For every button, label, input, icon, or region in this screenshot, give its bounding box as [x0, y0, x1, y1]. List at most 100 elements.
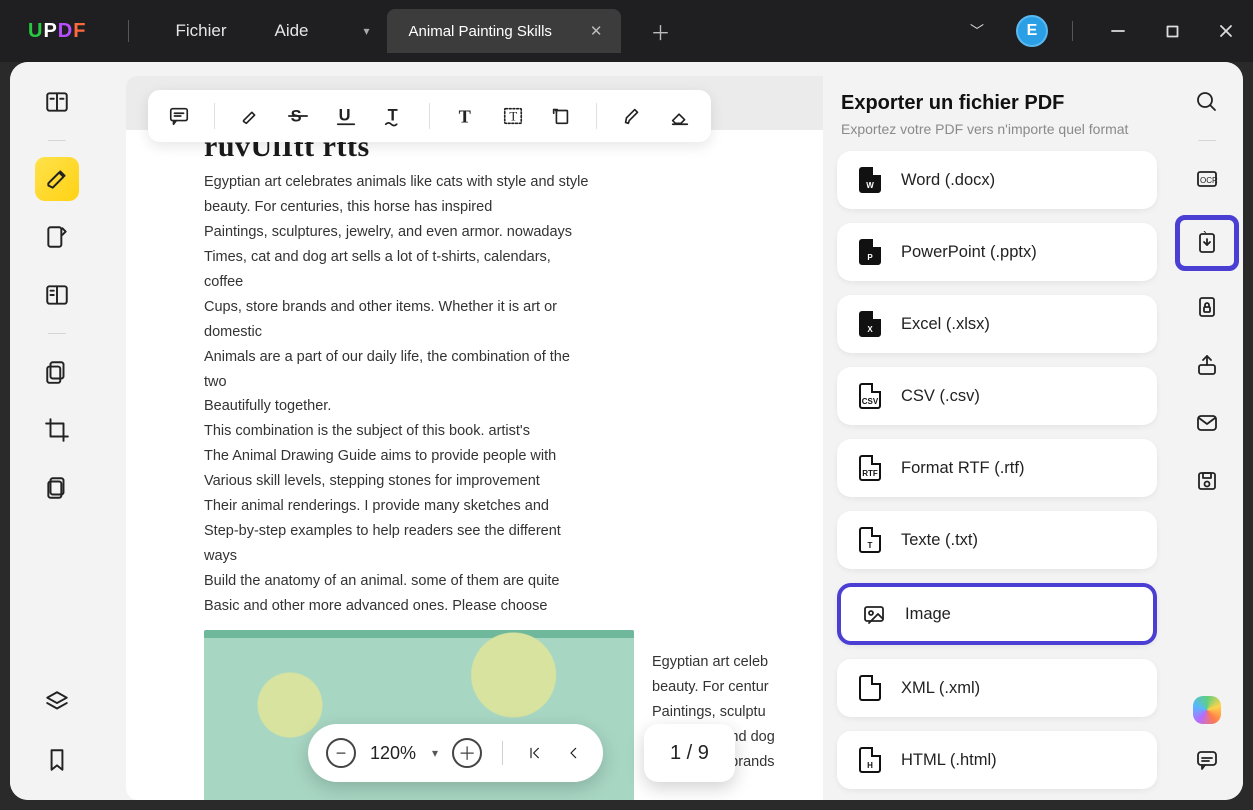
separator [502, 741, 503, 765]
separator [1072, 21, 1073, 41]
reader-mode-icon[interactable] [35, 80, 79, 124]
filetype-icon: X [857, 311, 883, 337]
ocr-icon[interactable]: OCR [1185, 157, 1229, 201]
export-panel: Exporter un fichier PDF Exportez votre P… [823, 76, 1171, 800]
textbox-tool-icon[interactable]: T [496, 99, 530, 133]
right-toolstrip: OCR [1171, 62, 1243, 800]
export-subtitle: Exportez votre PDF vers n'importe quel f… [841, 121, 1157, 137]
user-avatar[interactable]: E [1016, 15, 1048, 47]
prev-page-button[interactable] [561, 741, 585, 765]
share-icon[interactable] [1185, 343, 1229, 387]
title-bar: UPDF Fichier Aide ▾ Animal Painting Skil… [0, 0, 1253, 62]
chat-icon[interactable] [1185, 738, 1229, 782]
bookmark-icon[interactable] [35, 738, 79, 782]
document-tab[interactable]: Animal Painting Skills ✕ [387, 9, 621, 53]
zoom-control: − 120% ▾ ＋ [308, 724, 603, 782]
window-maximize-button[interactable] [1145, 11, 1199, 51]
separator [214, 103, 215, 129]
svg-text:T: T [388, 107, 398, 125]
filetype-icon: RTF [857, 455, 883, 481]
export-title: Exporter un fichier PDF [841, 92, 1157, 115]
edit-text-tool-icon[interactable] [35, 273, 79, 317]
page-tool-icon[interactable] [35, 466, 79, 510]
export-option-csv[interactable]: CSV CSV (.csv) [837, 367, 1157, 425]
separator [48, 140, 66, 141]
highlight-tool-icon[interactable] [233, 99, 267, 133]
menu-file[interactable]: Fichier [175, 21, 226, 41]
svg-text:OCR: OCR [1200, 176, 1218, 185]
tab-title: Animal Painting Skills [409, 23, 552, 40]
new-tab-button[interactable]: ＋ [645, 15, 677, 47]
crop-tool-icon[interactable] [35, 408, 79, 452]
protect-icon[interactable] [1185, 285, 1229, 329]
squiggly-tool-icon[interactable]: T [377, 99, 411, 133]
filetype-icon: W [857, 167, 883, 193]
first-page-button[interactable] [523, 741, 547, 765]
export-option-label: PowerPoint (.pptx) [901, 243, 1037, 262]
filetype-icon [857, 675, 883, 701]
document-stage: S U T T T ruvUlItt rtts Egyptian art cel… [104, 62, 1171, 800]
filetype-icon: T [857, 527, 883, 553]
export-option-xml[interactable]: XML (.xml) [837, 659, 1157, 717]
export-option-powerpoint[interactable]: P PowerPoint (.pptx) [837, 223, 1157, 281]
annotate-tool-icon[interactable] [35, 215, 79, 259]
export-option-label: XML (.xml) [901, 679, 980, 698]
export-option-label: CSV (.csv) [901, 387, 980, 406]
strikethrough-tool-icon[interactable]: S [281, 99, 315, 133]
export-option-format[interactable]: RTF Format RTF (.rtf) [837, 439, 1157, 497]
zoom-value: 120% [370, 743, 416, 764]
window-controls: ﹀ E [944, 0, 1253, 62]
export-option-label: Image [905, 605, 951, 624]
search-icon[interactable] [1185, 80, 1229, 124]
filetype-icon: P [857, 239, 883, 265]
svg-text:U: U [339, 107, 351, 125]
filetype-icon: CSV [857, 383, 883, 409]
export-option-label: Excel (.xlsx) [901, 315, 990, 334]
annotation-toolbar: S U T T T [148, 90, 711, 142]
export-option-label: Format RTF (.rtf) [901, 459, 1024, 478]
highlighter-tool-icon[interactable] [35, 157, 79, 201]
export-option-image[interactable]: Image [837, 583, 1157, 645]
underline-tool-icon[interactable]: U [329, 99, 363, 133]
app-logo: UPDF [28, 20, 86, 43]
window-close-button[interactable] [1199, 11, 1253, 51]
svg-text:T: T [509, 110, 517, 124]
export-option-excel[interactable]: X Excel (.xlsx) [837, 295, 1157, 353]
rotate-tool-icon[interactable] [544, 99, 578, 133]
tab-collapse-arrow-icon[interactable]: ▾ [353, 17, 381, 45]
export-option-label: Texte (.txt) [901, 531, 978, 550]
export-option-texte[interactable]: T Texte (.txt) [837, 511, 1157, 569]
tab-overflow-icon[interactable]: ﹀ [944, 21, 1010, 41]
separator [48, 333, 66, 334]
save-icon[interactable] [1185, 459, 1229, 503]
separator [429, 103, 430, 129]
svg-text:T: T [459, 106, 471, 126]
text-tool-icon[interactable]: T [448, 99, 482, 133]
export-pdf-icon[interactable] [1175, 215, 1239, 271]
left-toolstrip [10, 62, 104, 800]
tab-close-icon[interactable]: ✕ [590, 22, 603, 40]
separator [128, 20, 129, 42]
window-minimize-button[interactable] [1091, 11, 1145, 51]
filetype-icon: H [857, 747, 883, 773]
zoom-dropdown-icon[interactable]: ▾ [432, 746, 438, 760]
eraser-tool-icon[interactable] [663, 99, 697, 133]
workspace: S U T T T ruvUlItt rtts Egyptian art cel… [10, 62, 1243, 800]
zoom-out-button[interactable]: − [326, 738, 356, 768]
image-icon [861, 601, 887, 627]
pencil-tool-icon[interactable] [615, 99, 649, 133]
export-option-word[interactable]: WWord (.docx) [837, 151, 1157, 209]
organize-pages-icon[interactable] [35, 350, 79, 394]
zoom-in-button[interactable]: ＋ [452, 738, 482, 768]
export-option-label: HTML (.html) [901, 751, 997, 770]
separator [1198, 140, 1216, 141]
page-indicator[interactable]: 1 / 9 [644, 724, 735, 782]
comment-tool-icon[interactable] [162, 99, 196, 133]
email-icon[interactable] [1185, 401, 1229, 445]
page-body: Egyptian art celebrates animals like cat… [204, 170, 594, 619]
menu-help[interactable]: Aide [274, 21, 308, 41]
export-option-html[interactable]: H HTML (.html) [837, 731, 1157, 789]
layers-icon[interactable] [35, 680, 79, 724]
separator [596, 103, 597, 129]
ai-assistant-icon[interactable] [1193, 696, 1221, 724]
